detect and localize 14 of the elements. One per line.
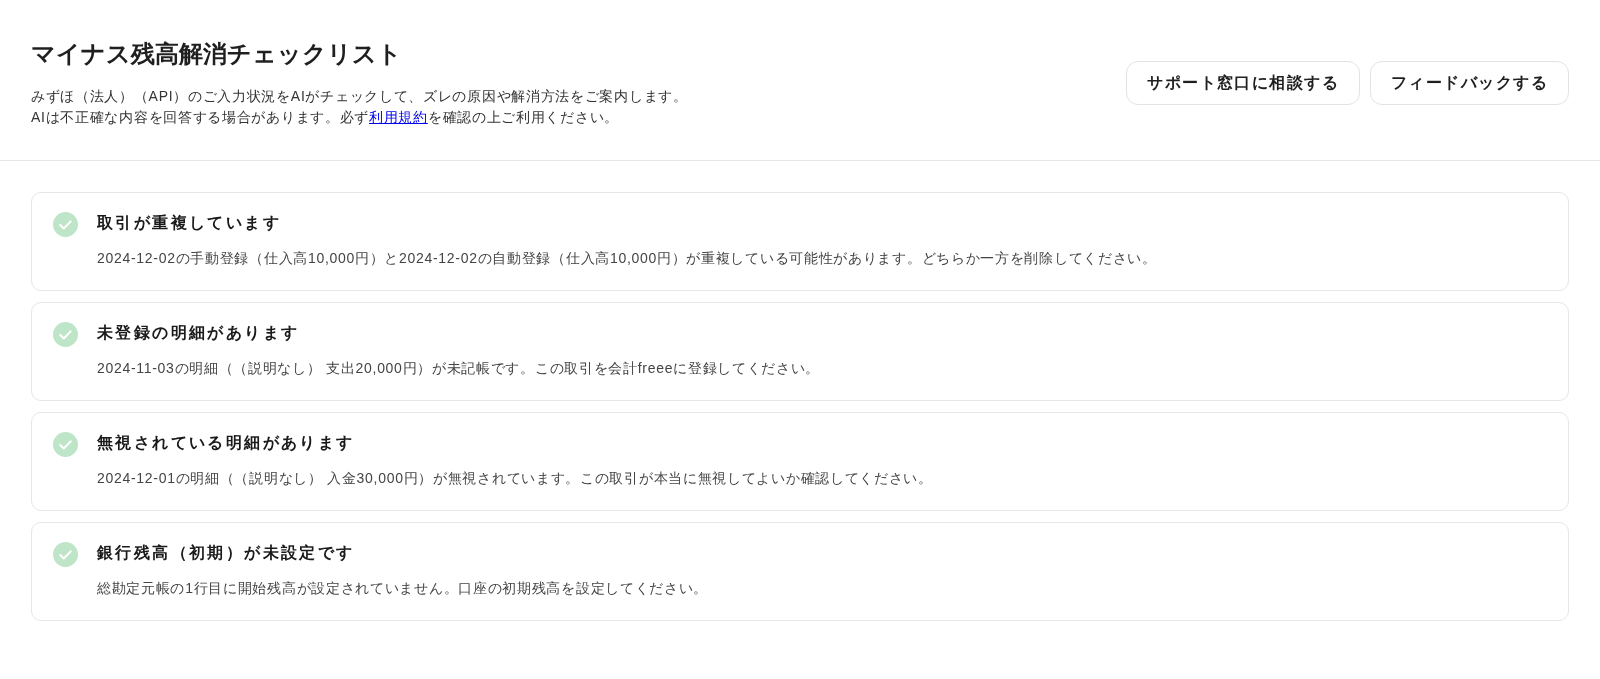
terms-link[interactable]: 利用規約 bbox=[369, 109, 428, 125]
card-title: 未登録の明細があります bbox=[97, 323, 301, 343]
card-title: 取引が重複しています bbox=[97, 213, 282, 233]
feedback-button[interactable]: フィードバックする bbox=[1370, 61, 1569, 105]
page-title: マイナス残高解消チェックリスト bbox=[31, 39, 403, 69]
card-title: 無視されている明細があります bbox=[97, 433, 356, 453]
description-text: みずほ（法人）（API）のご入力状況をAIがチェックして、ズレの原因や解消方法をご案内します。 bbox=[31, 87, 688, 106]
card-detail: 2024-12-01の明細（（説明なし） 入金30,000円）が無視されています。この取引が本当に無視してよいか確認してください。 bbox=[97, 469, 933, 488]
card-detail: 2024-11-03の明細（（説明なし） 支出20,000円）が未記帳です。この取引を会計freeeに登録してください。 bbox=[97, 359, 821, 378]
card-title: 銀行残高（初期）が未設定です bbox=[97, 543, 356, 563]
support-button[interactable]: サポート窓口に相談する bbox=[1126, 61, 1361, 105]
card-detail: 総勘定元帳の1行目に開始残高が設定されていません。口座の初期残高を設定してください。 bbox=[97, 579, 709, 598]
notice-text: AIは不正確な内容を回答する場合があります。必ず利用規約 を確認の上ご利用ください。 bbox=[31, 108, 620, 127]
card-detail: 2024-12-02の手動登録（仕入高10,000円）と2024-12-02の自動登録（仕入高10,000円）が重複している可能性があります。どちらか一方を削除してください。 bbox=[97, 249, 1157, 268]
